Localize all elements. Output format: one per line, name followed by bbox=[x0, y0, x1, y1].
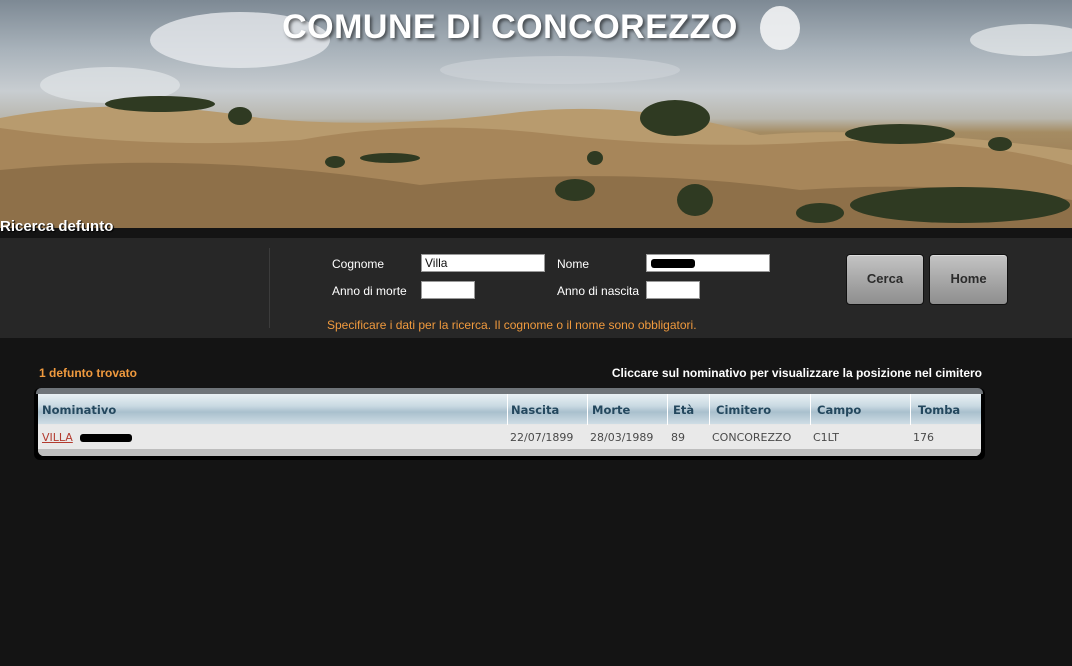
home-button[interactable]: Home bbox=[929, 254, 1008, 305]
search-panel: Cognome Nome Anno di morte Anno di nasci… bbox=[0, 238, 1072, 338]
anno-morte-label: Anno di morte bbox=[332, 284, 407, 298]
table-row[interactable]: VILLA 22/07/1899 28/03/1989 89 CONCOREZZ… bbox=[38, 425, 981, 449]
col-header-campo[interactable]: Campo bbox=[817, 403, 861, 417]
col-header-nascita[interactable]: Nascita bbox=[511, 403, 559, 417]
panel-divider bbox=[269, 248, 270, 328]
anno-nascita-field[interactable] bbox=[646, 281, 700, 299]
results-instructions: Cliccare sul nominativo per visualizzare… bbox=[611, 366, 982, 380]
cell-nascita: 22/07/1899 bbox=[510, 431, 574, 444]
cell-tomba: 176 bbox=[913, 431, 934, 444]
nome-label: Nome bbox=[557, 257, 590, 271]
col-header-eta[interactable]: Età bbox=[673, 403, 694, 417]
anno-nascita-label: Anno di nascita bbox=[557, 284, 640, 298]
table-footer bbox=[38, 449, 981, 456]
cell-morte: 28/03/1989 bbox=[590, 431, 654, 444]
cerca-button[interactable]: Cerca bbox=[846, 254, 924, 305]
results-table: Nominativo Nascita Morte Età Cimitero Ca… bbox=[38, 394, 981, 456]
cell-cimitero: CONCOREZZO bbox=[712, 431, 792, 444]
table-header: Nominativo Nascita Morte Età Cimitero Ca… bbox=[38, 394, 981, 424]
col-header-morte[interactable]: Morte bbox=[592, 403, 630, 417]
cell-campo: C1LT bbox=[813, 431, 840, 444]
results-count: 1 defunto trovato bbox=[39, 366, 137, 380]
redaction-mark bbox=[80, 434, 132, 442]
cognome-field[interactable] bbox=[421, 254, 545, 272]
site-title: COMUNE DI CONCOREZZO bbox=[282, 8, 738, 46]
cell-eta: 89 bbox=[671, 431, 685, 444]
section-title: Ricerca defunto bbox=[0, 218, 114, 235]
anno-morte-field[interactable] bbox=[421, 281, 475, 299]
col-header-tomba[interactable]: Tomba bbox=[918, 403, 960, 417]
nominativo-link[interactable]: VILLA bbox=[42, 431, 73, 444]
cognome-label: Cognome bbox=[332, 257, 385, 271]
search-hint: Specificare i dati per la ricerca. Il co… bbox=[327, 318, 697, 332]
header-banner: COMUNE DI CONCOREZZO bbox=[0, 0, 1072, 228]
redaction-mark bbox=[651, 259, 695, 268]
col-header-cimitero[interactable]: Cimitero bbox=[716, 403, 771, 417]
col-header-nominativo[interactable]: Nominativo bbox=[42, 403, 116, 417]
